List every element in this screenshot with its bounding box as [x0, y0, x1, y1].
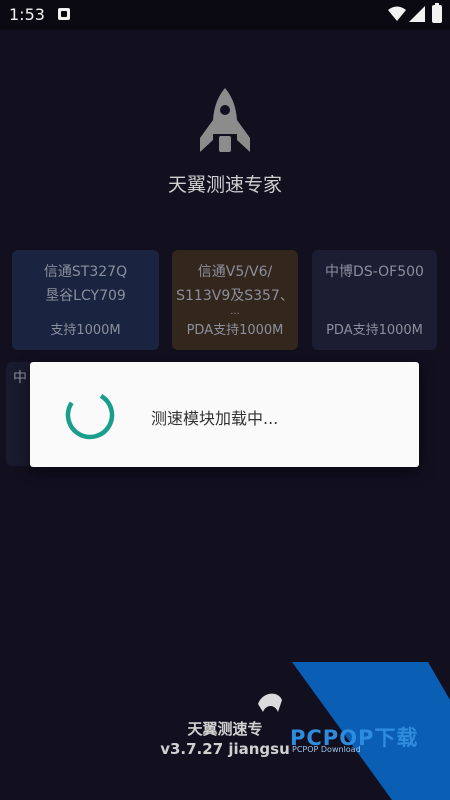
card-line: 信通ST327Q [43, 264, 128, 280]
notification-icon [58, 8, 70, 20]
device-card[interactable]: 中博DS-OF500 PDA支持1000M [312, 250, 437, 350]
card-line: 信通V5/V6/ [197, 264, 273, 280]
cellular-signal-icon [409, 6, 425, 22]
app-title: 天翼测速专家 [167, 174, 282, 196]
battery-icon [432, 3, 442, 23]
device-card[interactable]: 信通V5/V6/ S113V9及S357、 ... PDA支持1000M [172, 250, 298, 350]
card-line: 垦谷LCY709 [45, 288, 126, 304]
card-line: ... [230, 306, 240, 317]
watermark-subtitle: PCPOP Download [292, 745, 361, 754]
device-card[interactable]: 信通ST327Q 垦谷LCY709 支持1000M [12, 250, 159, 350]
status-time: 1:53 [9, 5, 45, 24]
status-bar: 1:53 [0, 0, 450, 30]
card-support: 支持1000M [50, 323, 121, 338]
loading-message: 测速模块加载中... [151, 409, 279, 428]
card-line: S113V9及S357、 [176, 288, 294, 304]
card-support: PDA支持1000M [326, 323, 423, 338]
loading-dialog: 测速模块加载中... [30, 362, 419, 467]
card-support: PDA支持1000M [186, 323, 284, 338]
rocket-icon [200, 88, 250, 152]
wifi-icon [388, 6, 406, 21]
card-line: 中博DS-OF500 [325, 264, 424, 280]
loading-spinner-icon [65, 390, 115, 440]
